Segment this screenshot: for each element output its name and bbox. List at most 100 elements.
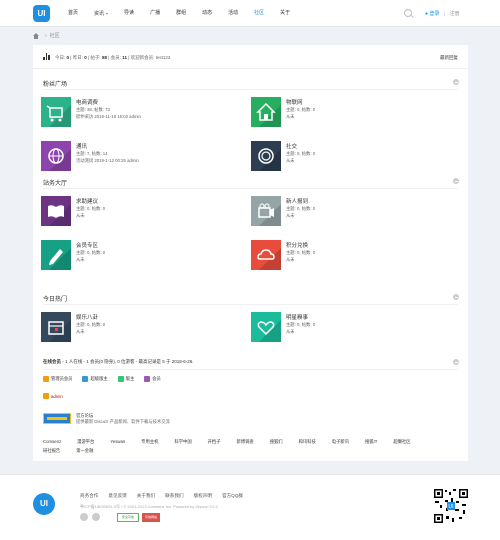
register-link[interactable]: 注册: [450, 11, 460, 17]
forum-last-post[interactable]: 从未: [286, 329, 295, 335]
nav-item[interactable]: 活动: [220, 0, 246, 27]
forum-item[interactable]: 通讯 主题: 7, 帖数: 14 活动测试 2019-1-12 00:25 admi…: [41, 141, 241, 173]
friend-link[interactable]: Comsenz: [43, 439, 61, 445]
forum-item[interactable]: 求助建议 主题: 0, 帖数: 0 从未: [41, 196, 241, 228]
forum-name[interactable]: 会员专区: [76, 241, 98, 249]
breadcrumb-current[interactable]: 社区: [50, 32, 60, 39]
forum-name[interactable]: 社交: [286, 142, 297, 150]
heart-icon[interactable]: [251, 312, 281, 342]
forum-item[interactable]: 娱乐八卦 主题: 0, 帖数: 0 从未: [41, 312, 241, 344]
friend-link[interactable]: 和讯科技: [299, 439, 316, 445]
nav-item-label: 动态: [202, 10, 213, 16]
friend-link[interactable]: 第一金融: [76, 448, 93, 454]
nav-item-label: 关于: [280, 10, 291, 16]
collapse-icon[interactable]: [453, 178, 459, 184]
forum-item[interactable]: 积分兑换 主题: 0, 帖数: 0 从未: [251, 240, 451, 272]
user-group-icon: [82, 376, 89, 382]
nav-item[interactable]: 首页: [60, 0, 86, 27]
online-collapse-icon[interactable]: [453, 359, 459, 365]
wechat-icon[interactable]: [80, 513, 88, 521]
nav-item[interactable]: 社区: [246, 0, 272, 27]
login-link[interactable]: 登录: [429, 11, 439, 17]
forum-name[interactable]: 新人报到: [286, 197, 308, 205]
friend-link[interactable]: 搜狐们: [270, 439, 283, 445]
newest-member-link[interactable]: test123: [156, 55, 171, 60]
forum-item[interactable]: 社交 主题: 0, 帖数: 0 从未: [251, 141, 451, 173]
forum-stats: 主题: 0, 帖数: 0: [76, 250, 106, 255]
friend-link[interactable]: 电子新讯: [332, 439, 349, 445]
camera-icon[interactable]: [251, 196, 281, 226]
online-label[interactable]: 在线会员: [43, 359, 61, 364]
footer-link[interactable]: 商务合作: [80, 493, 98, 499]
nav-item-label: 资讯: [94, 11, 105, 17]
legend-label: 版主: [125, 376, 135, 381]
footer-link[interactable]: 关于我们: [137, 493, 155, 499]
top-header: UI 首页 资讯 ▾ 导读 广播 群组 动态 活动 社区 关于 ● 登录 | 注册: [0, 0, 500, 27]
nav-item[interactable]: 关于: [272, 0, 298, 27]
friend-link[interactable]: 专用主机: [141, 439, 158, 445]
forum-last-post[interactable]: 从未: [76, 329, 85, 335]
nav-item[interactable]: 资讯 ▾: [86, 0, 116, 27]
nav-item[interactable]: 群组: [168, 0, 194, 27]
section-title[interactable]: 粉丝广场: [43, 79, 67, 88]
forum-name[interactable]: 明星糗事: [286, 313, 308, 321]
forum-name[interactable]: 积分兑换: [286, 241, 308, 249]
friend-link[interactable]: 新博调查: [237, 439, 254, 445]
nav-item-label: 活动: [228, 10, 239, 16]
forum-last-post[interactable]: 从未: [76, 213, 85, 219]
friend-link[interactable]: 研社报告: [43, 448, 60, 454]
collapse-icon[interactable]: [453, 79, 459, 85]
friend-link[interactable]: 漫游平台: [77, 439, 94, 445]
forum-item[interactable]: 物联网 主题: 0, 帖数: 0 从未: [251, 97, 451, 129]
forum-item[interactable]: 电商调费 主题: 38, 帖数: 73 欲仲采访 2019-11-18 15:02 …: [41, 97, 241, 129]
forum-name[interactable]: 通讯: [76, 142, 87, 150]
trust-badge[interactable]: 安全可信: [117, 513, 139, 522]
banner-image[interactable]: [43, 413, 71, 424]
home-icon[interactable]: [33, 32, 39, 39]
forum-name[interactable]: 电商调费: [76, 98, 98, 106]
book-icon[interactable]: [41, 196, 71, 226]
forum-last-post[interactable]: 从未: [286, 213, 295, 219]
nav-item[interactable]: 动态: [194, 0, 220, 27]
ring-icon[interactable]: [251, 141, 281, 171]
online-user[interactable]: admin: [43, 393, 63, 399]
section-title[interactable]: 今日热门: [43, 294, 67, 303]
site-logo[interactable]: UI: [33, 5, 50, 22]
forum-last-post[interactable]: 从未: [286, 257, 295, 263]
forum-item[interactable]: 明星糗事 主题: 0, 帖数: 0 从未: [251, 312, 451, 344]
house-icon[interactable]: [251, 97, 281, 127]
pencil-icon[interactable]: [41, 240, 71, 270]
cart-icon[interactable]: [41, 97, 71, 127]
search-icon[interactable]: [404, 9, 412, 17]
collapse-icon[interactable]: [453, 294, 459, 300]
forum-last-post[interactable]: 从未: [76, 257, 85, 263]
forum-last-post[interactable]: 欲仲采访 2019-11-18 15:02 admin: [76, 114, 141, 120]
footer-link[interactable]: 版权声明: [194, 493, 212, 499]
nav-item[interactable]: 导读: [116, 0, 142, 27]
section-title[interactable]: 站务大厅: [43, 178, 67, 187]
friend-link[interactable]: 开档子: [208, 439, 221, 445]
friend-link[interactable]: 搜狐IT: [365, 439, 377, 445]
cloud-icon[interactable]: [251, 240, 281, 270]
forum-item[interactable]: 会员专区 主题: 0, 帖数: 0 从未: [41, 240, 241, 272]
forum-last-post[interactable]: 活动测试 2019-1-12 00:25 admin: [76, 158, 139, 164]
forum-last-post[interactable]: 从未: [286, 114, 295, 120]
footer-link[interactable]: 联系我们: [165, 493, 183, 499]
forum-name[interactable]: 娱乐八卦: [76, 313, 98, 321]
credible-site-badge[interactable]: 可信网站: [142, 513, 160, 522]
calendar-icon[interactable]: [41, 312, 71, 342]
forum-name[interactable]: 物联网: [286, 98, 303, 106]
globe-icon[interactable]: [41, 141, 71, 171]
newest-reply-link[interactable]: 最新回复: [440, 55, 458, 61]
forum-item[interactable]: 新人报到 主题: 0, 帖数: 0 从未: [251, 196, 451, 228]
forum-last-post[interactable]: 从未: [286, 158, 295, 164]
friend-link[interactable]: 超懒社区: [393, 439, 410, 445]
forum-name[interactable]: 求助建议: [76, 197, 98, 205]
weibo-icon[interactable]: [92, 513, 100, 521]
friend-link[interactable]: Yeswan: [110, 439, 125, 445]
footer-link[interactable]: 意见反馈: [108, 493, 126, 499]
friend-link[interactable]: 科学中国: [174, 439, 191, 445]
footer-link[interactable]: 官方QQ群: [222, 493, 243, 499]
banner-desc: 提供最新 Discuz! 产品新闻、软件下载与技术交流: [76, 419, 170, 424]
nav-item[interactable]: 广播: [142, 0, 168, 27]
